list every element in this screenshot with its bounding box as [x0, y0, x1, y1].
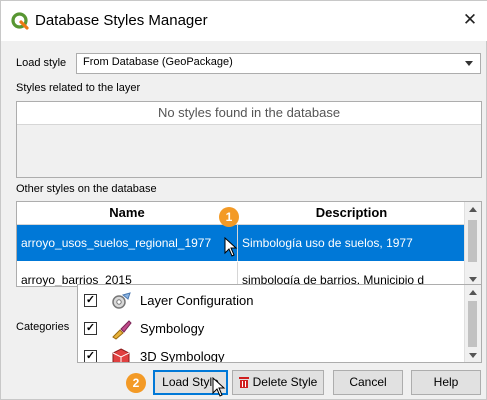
related-styles-list[interactable]: No styles found in the database	[16, 101, 482, 178]
column-header-description[interactable]: Description	[237, 202, 466, 225]
category-label: Symbology	[140, 321, 205, 336]
delete-style-button-label: Delete Style	[252, 375, 318, 389]
dialog-window: Database Styles Manager ✕ Load style Fro…	[0, 0, 487, 400]
categories-scrollbar[interactable]	[464, 285, 481, 362]
mouse-pointer-icon	[212, 377, 226, 397]
categories-list[interactable]: ✓ Layer Configuration ✓ Symbology ✓ 3D S…	[77, 284, 482, 363]
load-style-label: Load style	[16, 57, 67, 69]
window-title: Database Styles Manager	[35, 12, 208, 29]
scroll-up-icon[interactable]	[469, 290, 477, 295]
callout-badge-2: 2	[126, 373, 146, 393]
related-styles-label: Styles related to the layer	[16, 82, 141, 94]
checkbox[interactable]: ✓	[84, 350, 97, 362]
checkbox[interactable]: ✓	[84, 322, 97, 335]
mouse-pointer-icon	[224, 237, 238, 257]
category-item-3d-symbology[interactable]: ✓ 3D Symbology	[82, 343, 452, 363]
cancel-button[interactable]: Cancel	[333, 370, 403, 395]
load-style-value: From Database (GeoPackage)	[83, 56, 233, 68]
category-item-layer-configuration[interactable]: ✓ Layer Configuration	[82, 287, 452, 315]
style-description-cell: Simbología uso de suelos, 1977	[237, 225, 466, 261]
scroll-up-icon[interactable]	[469, 207, 477, 212]
other-styles-label: Other styles on the database	[16, 183, 157, 195]
title-bar: Database Styles Manager ✕	[1, 1, 487, 41]
categories-label: Categories	[16, 321, 70, 333]
other-styles-table[interactable]: Name Description arroyo_usos_suelos_regi…	[16, 201, 482, 287]
load-style-button-label: Load Style	[162, 375, 219, 389]
scroll-down-icon[interactable]	[469, 277, 477, 282]
category-label: Layer Configuration	[140, 293, 254, 308]
column-header-name[interactable]: Name	[17, 202, 238, 225]
close-icon[interactable]: ✕	[459, 9, 481, 31]
help-button-label: Help	[433, 375, 459, 389]
3d-symbology-icon	[112, 348, 130, 362]
callout-badge-1: 1	[219, 207, 239, 227]
delete-style-button[interactable]: Delete Style	[232, 370, 324, 395]
cancel-button-label: Cancel	[349, 375, 387, 389]
table-row[interactable]: arroyo_usos_suelos_regional_1977 Simbolo…	[17, 225, 466, 261]
chevron-down-icon	[465, 61, 473, 66]
scroll-down-icon[interactable]	[469, 353, 477, 358]
table-scrollbar[interactable]	[464, 202, 481, 286]
scrollbar-thumb[interactable]	[468, 301, 477, 347]
trash-icon	[239, 377, 249, 388]
style-name-cell: arroyo_usos_suelos_regional_1977	[21, 236, 212, 250]
qgis-logo-icon	[11, 12, 29, 30]
related-empty-message: No styles found in the database	[17, 102, 481, 125]
layer-config-icon	[112, 292, 131, 309]
help-button[interactable]: Help	[411, 370, 481, 395]
category-item-symbology[interactable]: ✓ Symbology	[82, 315, 452, 343]
load-style-combobox[interactable]: From Database (GeoPackage)	[76, 53, 481, 74]
checkbox[interactable]: ✓	[84, 294, 97, 307]
symbology-icon	[112, 320, 132, 340]
category-label: 3D Symbology	[140, 349, 225, 363]
scrollbar-thumb[interactable]	[468, 220, 477, 262]
